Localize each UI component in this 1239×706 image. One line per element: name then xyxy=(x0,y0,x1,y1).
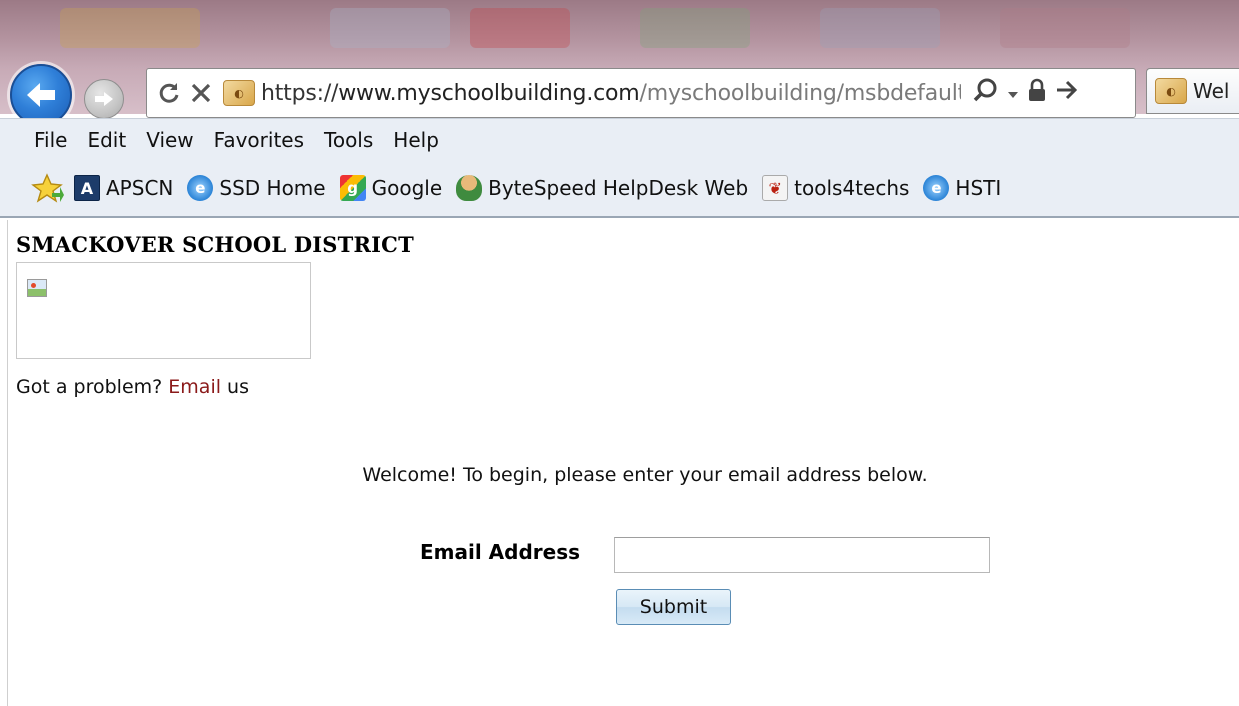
arrow-left-icon xyxy=(27,83,55,107)
page-border xyxy=(7,220,8,706)
url-path: /myschoolbuilding/msbdefault xyxy=(639,80,962,106)
favorite-label: tools4techs xyxy=(794,176,910,200)
favorite-apscn[interactable]: A APSCN xyxy=(74,175,173,201)
browser-tab[interactable]: ◐ Wel xyxy=(1146,68,1239,114)
address-bar[interactable]: ◐ https://www.myschoolbuilding.com/mysch… xyxy=(146,68,1136,118)
tab-title: Wel xyxy=(1193,79,1230,103)
favorite-label: APSCN xyxy=(106,176,174,200)
back-button[interactable] xyxy=(10,64,72,126)
apscn-icon: A xyxy=(74,175,100,201)
menu-favorites[interactable]: Favorites xyxy=(214,128,304,152)
problem-text: Got a problem? xyxy=(16,376,163,398)
stop-icon[interactable] xyxy=(187,79,215,107)
forward-button[interactable] xyxy=(84,79,124,119)
ie-page-icon: e xyxy=(187,175,214,201)
favorite-label: Google xyxy=(371,176,443,200)
search-icon[interactable] xyxy=(973,77,999,109)
google-icon: g xyxy=(339,175,366,201)
favorite-tools4techs[interactable]: ❦ tools4techs xyxy=(762,175,909,201)
menu-file[interactable]: File xyxy=(34,128,67,152)
favorites-star-icon[interactable] xyxy=(30,173,64,203)
url-protocol: https:// xyxy=(261,80,339,106)
favorite-label: SSD Home xyxy=(219,176,326,200)
favorite-label: ByteSpeed HelpDesk Web xyxy=(488,176,749,200)
site-favicon-icon: ◐ xyxy=(223,80,255,106)
menu-view[interactable]: View xyxy=(146,128,193,152)
menu-edit[interactable]: Edit xyxy=(87,128,126,152)
favorite-bytespeed[interactable]: ByteSpeed HelpDesk Web xyxy=(456,175,748,201)
favorite-label: HSTI xyxy=(955,176,1002,200)
go-arrow-icon[interactable] xyxy=(1055,79,1079,107)
logo-frame xyxy=(16,262,311,359)
favorites-bar: A APSCN e SSD Home g Google ByteSpeed He… xyxy=(0,160,1239,218)
email-link[interactable]: Email xyxy=(168,376,221,398)
ie-page-icon: e xyxy=(923,175,950,201)
welcome-message: Welcome! To begin, please enter your ema… xyxy=(362,464,928,486)
broken-image-icon xyxy=(27,279,47,297)
chevron-down-icon[interactable] xyxy=(1007,81,1019,106)
favorite-google[interactable]: g Google xyxy=(339,175,443,201)
email-label: Email Address xyxy=(420,540,581,564)
tab-favicon-icon: ◐ xyxy=(1155,78,1187,104)
district-title: SMACKOVER SCHOOL DISTRICT xyxy=(16,232,414,257)
favorite-hsti[interactable]: e HSTI xyxy=(923,175,1001,201)
menu-tools[interactable]: Tools xyxy=(324,128,373,152)
url-text[interactable]: https://www.myschoolbuilding.com/myschoo… xyxy=(261,81,961,106)
problem-suffix: us xyxy=(227,376,249,398)
submit-button[interactable]: Submit xyxy=(616,589,731,625)
favorite-ssd-home[interactable]: e SSD Home xyxy=(187,175,326,201)
page-content: SMACKOVER SCHOOL DISTRICT Got a problem?… xyxy=(0,220,1239,706)
lock-icon[interactable] xyxy=(1027,78,1047,108)
refresh-icon[interactable] xyxy=(155,79,183,107)
url-host: www.myschoolbuilding.com xyxy=(338,80,640,106)
menu-help[interactable]: Help xyxy=(393,128,439,152)
email-field[interactable] xyxy=(614,537,990,573)
arrow-right-icon xyxy=(95,92,113,106)
person-icon xyxy=(456,175,483,201)
problem-line: Got a problem? Email us xyxy=(16,376,249,398)
menu-bar: File Edit View Favorites Tools Help xyxy=(0,118,1239,160)
plant-icon: ❦ xyxy=(762,175,789,201)
